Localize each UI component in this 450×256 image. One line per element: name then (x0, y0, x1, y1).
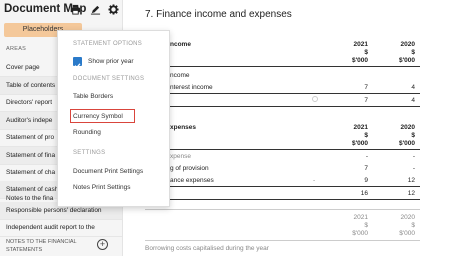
sidebar-item-independent-audit[interactable]: Independent audit report to the (0, 219, 122, 237)
income-total-2021: 7 (364, 97, 368, 104)
borrowing-costs-label: Borrowing costs capitalised during the y… (145, 245, 269, 252)
table-divider (168, 93, 420, 94)
expenses-row-label: xpense (170, 153, 191, 160)
areas-heading: AREAS (6, 46, 27, 52)
table-borders-option[interactable]: Table Borders (73, 93, 113, 100)
expenses-row-label: g of provision (170, 165, 209, 172)
section3-col-2020-unit: $'000 (399, 230, 415, 237)
expenses-col-2021-year: 2021 (353, 124, 368, 131)
expenses-row-2021: 9 (364, 177, 368, 184)
expenses-col-2020-unit: $'000 (398, 140, 415, 147)
expenses-col-2020-currency: $ (411, 132, 415, 139)
income-col-2020-unit: $'000 (398, 57, 415, 64)
expenses-row-2020: 12 (407, 177, 415, 184)
income-col-2021-year: 2021 (353, 41, 368, 48)
income-col-2020-currency: $ (411, 49, 415, 56)
currency-symbol-option[interactable]: Currency Symbol (73, 113, 123, 120)
document-print-settings-option[interactable]: Document Print Settings (73, 168, 143, 175)
printer-icon[interactable] (70, 4, 81, 15)
section3-col-2020-year: 2020 (400, 214, 415, 221)
section3-col-2021-year: 2021 (353, 214, 368, 221)
expenses-col-2020-year: 2020 (400, 124, 415, 131)
income-header-label: ncome (170, 41, 191, 48)
row-marker: - (313, 177, 316, 184)
expenses-header-label: xpenses (170, 124, 197, 131)
income-row-2020: 4 (411, 84, 415, 91)
income-row-2021: 7 (364, 84, 368, 91)
income-sub-label: ncome (170, 72, 190, 79)
income-total-2020: 4 (411, 97, 415, 104)
checkmark-icon (74, 63, 81, 69)
table-divider (168, 186, 420, 187)
settings-heading: SETTINGS (73, 150, 106, 156)
table-divider (168, 199, 420, 200)
row-handle-icon[interactable] (312, 96, 318, 102)
document-settings-heading: DOCUMENT SETTINGS (73, 76, 145, 82)
table-divider (168, 106, 420, 107)
gear-icon[interactable] (108, 4, 119, 15)
notes-heading-line2: STATEMENTS (6, 247, 43, 253)
notes-section-heading: NOTES TO THE FINANCIAL STATEMENTS (6, 238, 77, 254)
table-divider (145, 240, 420, 241)
expenses-row-2020: - (412, 153, 415, 160)
expenses-row-label: ance expenses (170, 177, 214, 184)
table-divider (168, 66, 420, 67)
expenses-col-2021-unit: $'000 (351, 140, 368, 147)
pen-icon[interactable] (90, 4, 101, 15)
income-col-2020-year: 2020 (400, 41, 415, 48)
section3-col-2021-unit: $'000 (352, 230, 368, 237)
expenses-total-2021: 16 (360, 190, 368, 197)
income-col-2021-unit: $'000 (351, 57, 368, 64)
section3-col-2020-currency: $ (411, 222, 415, 229)
rounding-option[interactable]: Rounding (73, 129, 101, 136)
expenses-row-2020: - (412, 165, 415, 172)
add-circle-icon[interactable]: + (97, 239, 108, 250)
app-window: Document Map Placeholders AREAS Cover pa… (0, 0, 450, 256)
expenses-total-2020: 12 (407, 190, 415, 197)
notes-heading-line1: NOTES TO THE FINANCIAL (6, 239, 77, 245)
table-divider (145, 209, 420, 210)
notes-print-settings-option[interactable]: Notes Print Settings (73, 184, 130, 191)
income-col-2021-currency: $ (364, 49, 368, 56)
expenses-col-2021-currency: $ (364, 132, 368, 139)
income-row-label: nterest income (170, 84, 213, 91)
statement-options-heading: STATEMENT OPTIONS (73, 41, 143, 47)
show-prior-year-checkbox[interactable] (73, 57, 82, 69)
section3-col-2021-currency: $ (364, 222, 368, 229)
expenses-row-2021: 7 (364, 165, 368, 172)
show-prior-year-label[interactable]: Show prior year (88, 58, 134, 65)
settings-dropdown: STATEMENT OPTIONS Show prior year DOCUME… (57, 30, 170, 207)
page-title: 7. Finance income and expenses (145, 9, 292, 20)
expenses-row-2021: - (365, 153, 368, 160)
table-divider (168, 149, 420, 150)
